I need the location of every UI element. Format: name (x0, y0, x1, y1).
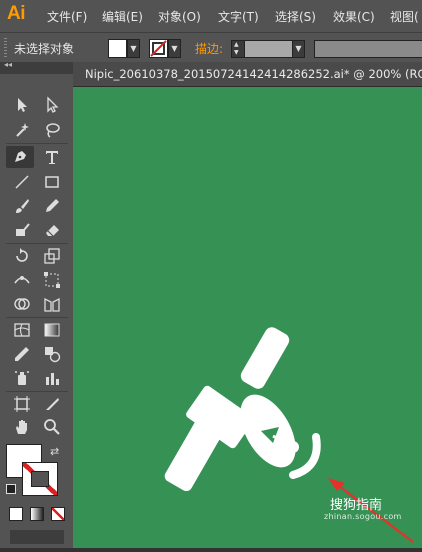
antenna-tip (287, 441, 299, 453)
magic-wand-tool-icon[interactable] (8, 119, 36, 141)
eraser-tool-icon[interactable] (38, 219, 66, 241)
tool-divider (6, 391, 68, 392)
free-transform-tool-icon[interactable] (38, 269, 66, 291)
selection-tool-icon[interactable] (8, 94, 36, 116)
mesh-tool-icon[interactable] (8, 319, 36, 341)
paintbrush-tool-icon[interactable] (8, 195, 36, 217)
blob-brush-tool-icon[interactable] (8, 219, 36, 241)
column-graph-tool-icon[interactable] (38, 367, 66, 389)
stroke-weight-dropdown[interactable]: ▼ (292, 40, 305, 58)
color-mode-button[interactable] (9, 507, 23, 521)
blend-tool-icon[interactable] (38, 343, 66, 365)
tools-panel-header[interactable]: ◂◂ (0, 60, 73, 74)
gradient-tool-icon[interactable] (38, 319, 66, 341)
menu-type[interactable]: 文字(T) (218, 8, 259, 25)
slice-tool-icon[interactable] (38, 393, 66, 415)
satellite-artwork[interactable] (73, 87, 422, 548)
menu-bar: Ai 文件(F) 编辑(E) 对象(O) 文字(T) 选择(S) 效果(C) 视… (0, 0, 422, 32)
menu-file[interactable]: 文件(F) (47, 8, 87, 25)
drawing-mode-buttons[interactable] (10, 530, 64, 544)
fill-color-swatch[interactable] (108, 39, 127, 58)
width-tool-icon[interactable] (8, 269, 36, 291)
stroke-color-swatch[interactable] (149, 39, 168, 58)
eyedropper-tool-icon[interactable] (8, 343, 36, 365)
menu-view[interactable]: 视图( (390, 8, 419, 25)
menu-select[interactable]: 选择(S) (275, 8, 316, 25)
zoom-tool-icon[interactable] (38, 416, 66, 438)
perspective-grid-tool-icon[interactable] (38, 293, 66, 315)
rotate-tool-icon[interactable] (8, 245, 36, 267)
fill-dropdown-arrow[interactable]: ▼ (127, 39, 140, 58)
direct-selection-tool-icon[interactable] (38, 94, 66, 116)
document-tab-title: Nipic_20610378_20150724142414286252.ai* … (85, 67, 422, 81)
pen-tool-icon[interactable] (6, 146, 34, 168)
menu-effect[interactable]: 效果(C) (333, 8, 375, 25)
scale-tool-icon[interactable] (38, 245, 66, 267)
control-bar: 未选择对象 ▼ ▼ 描边: ▲ ▼ ▼ (0, 32, 422, 63)
stroke-weight-stepper[interactable]: ▲ ▼ (231, 40, 245, 58)
pencil-tool-icon[interactable] (38, 195, 66, 217)
grip-handle[interactable] (4, 38, 7, 58)
tool-divider (6, 317, 68, 318)
none-mode-button[interactable] (51, 507, 65, 521)
rectangle-tool-icon[interactable] (38, 171, 66, 193)
stroke-label: 描边: (195, 42, 224, 56)
tools-panel: ◂◂ ⇄ (0, 60, 73, 548)
symbol-sprayer-tool-icon[interactable] (8, 367, 36, 389)
type-tool-icon[interactable] (38, 146, 66, 168)
document-tab-bar: Nipic_20610378_20150724142414286252.ai* … (73, 62, 422, 87)
watermark-url: zhinan.sogou.com (324, 512, 402, 521)
shape-builder-tool-icon[interactable] (8, 293, 36, 315)
collapse-icon[interactable]: ◂◂ (4, 60, 12, 69)
gradient-mode-button[interactable] (30, 507, 44, 521)
line-segment-tool-icon[interactable] (8, 171, 36, 193)
artboard-tool-icon[interactable] (8, 393, 36, 415)
stroke-dropdown-arrow[interactable]: ▼ (168, 39, 181, 58)
document-tab[interactable]: Nipic_20610378_20150724142414286252.ai* … (73, 62, 422, 87)
artboard-canvas[interactable] (73, 87, 422, 548)
tool-divider (6, 143, 68, 144)
stroke-color-box[interactable] (22, 462, 58, 496)
no-stroke-icon (150, 40, 167, 57)
hand-tool-icon[interactable] (8, 416, 36, 438)
watermark-text: 搜狗指南 (330, 498, 383, 513)
menu-object[interactable]: 对象(O) (158, 8, 201, 25)
variable-width-field[interactable] (314, 40, 422, 58)
app-logo: Ai (7, 3, 26, 24)
default-colors-icon[interactable] (6, 484, 16, 494)
solar-panel-top[interactable] (238, 325, 292, 392)
lasso-tool-icon[interactable] (38, 119, 66, 141)
stroke-weight-field[interactable] (244, 40, 294, 58)
swap-fill-stroke-icon[interactable]: ⇄ (50, 445, 59, 458)
selection-status: 未选择对象 (14, 42, 75, 56)
tool-divider (6, 243, 68, 244)
menu-edit[interactable]: 编辑(E) (102, 8, 143, 25)
